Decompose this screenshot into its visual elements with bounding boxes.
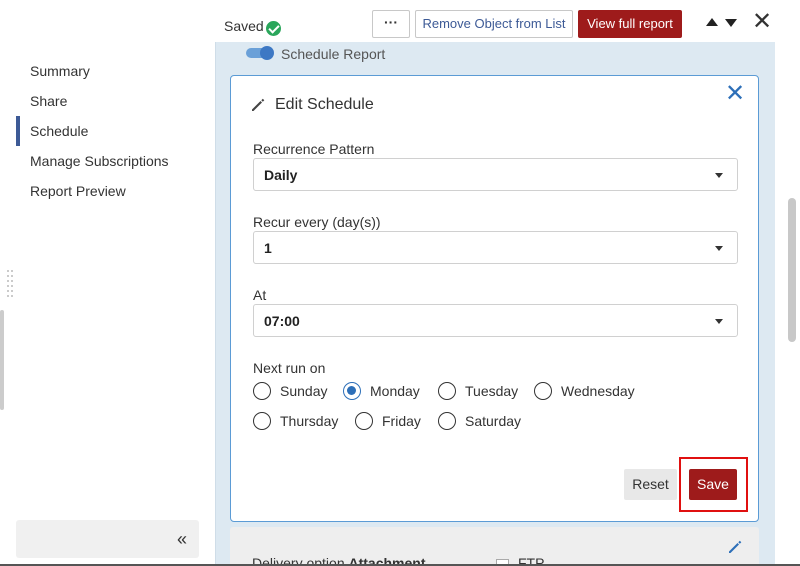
delivery-section: Delivery option Attachment FTP [230,527,759,566]
schedule-report-toggle[interactable] [246,46,274,60]
radio-label: Sunday [280,383,328,399]
sidebar-item-share[interactable]: Share [0,86,215,116]
radio-circle[interactable] [355,412,373,430]
radio-label: Monday [370,383,420,399]
radio-label: Friday [382,413,421,429]
radio-label: Saturday [465,413,522,429]
double-chevron-left-icon: « [176,529,187,549]
recurrence-pattern-select[interactable]: Daily [253,158,738,191]
check-circle-icon [266,21,281,36]
next-run-label: Next run on [253,360,326,376]
sidebar-nav: Summary Share Schedule Manage Subscripti… [0,56,215,206]
pencil-icon [250,97,266,113]
radio-circle[interactable] [343,382,361,400]
remove-object-button[interactable]: Remove Object from List [415,10,573,38]
radio-friday[interactable]: Friday [355,411,421,431]
radio-circle[interactable] [253,382,271,400]
resize-handle[interactable] [6,268,14,302]
at-time-value: 07:00 [264,313,300,329]
radio-circle[interactable] [438,412,456,430]
caret-down-icon [715,173,723,178]
sidebar-item-report-preview[interactable]: Report Preview [0,176,215,206]
previous-arrow-icon[interactable] [706,18,718,26]
radio-label: Wednesday [561,383,635,399]
caret-down-icon [715,246,723,251]
radio-circle[interactable] [438,382,456,400]
right-scrollbar[interactable] [788,198,796,342]
radio-monday[interactable]: Monday [343,381,420,401]
saved-status: Saved [224,18,264,34]
edit-schedule-title: Edit Schedule [275,96,374,113]
radio-circle[interactable] [534,382,552,400]
radio-saturday[interactable]: Saturday [438,411,521,431]
schedule-report-label: Schedule Report [281,46,386,62]
recurrence-pattern-label: Recurrence Pattern [253,141,375,157]
collapse-sidebar-button[interactable]: « [16,520,199,558]
recur-every-value: 1 [264,240,272,256]
sidebar: Summary Share Schedule Manage Subscripti… [0,0,215,566]
at-time-select[interactable]: 07:00 [253,304,738,337]
recur-every-select[interactable]: 1 [253,231,738,264]
radio-label: Tuesday [465,383,519,399]
left-scrollbar[interactable] [0,310,4,410]
radio-tuesday[interactable]: Tuesday [438,381,518,401]
pencil-icon[interactable] [727,539,743,555]
caret-down-icon [715,319,723,324]
radio-wednesday[interactable]: Wednesday [534,381,635,401]
save-button[interactable]: Save [689,469,737,500]
close-icon[interactable]: ✕ [725,82,745,106]
more-options-button[interactable]: ··· [372,10,410,38]
radio-thursday[interactable]: Thursday [253,411,338,431]
view-full-report-button[interactable]: View full report [578,10,682,38]
radio-circle[interactable] [253,412,271,430]
at-label: At [253,287,267,303]
radio-sunday[interactable]: Sunday [253,381,327,401]
sidebar-item-manage-subscriptions[interactable]: Manage Subscriptions [0,146,215,176]
recurrence-pattern-value: Daily [264,167,298,183]
sidebar-item-schedule[interactable]: Schedule [0,116,215,146]
radio-label: Thursday [280,413,339,429]
reset-button[interactable]: Reset [624,469,677,500]
next-arrow-icon[interactable] [725,19,737,27]
recur-every-label: Recur every (day(s)) [253,214,381,230]
close-panel-icon[interactable]: ✕ [752,8,772,36]
sidebar-item-summary[interactable]: Summary [0,56,215,86]
